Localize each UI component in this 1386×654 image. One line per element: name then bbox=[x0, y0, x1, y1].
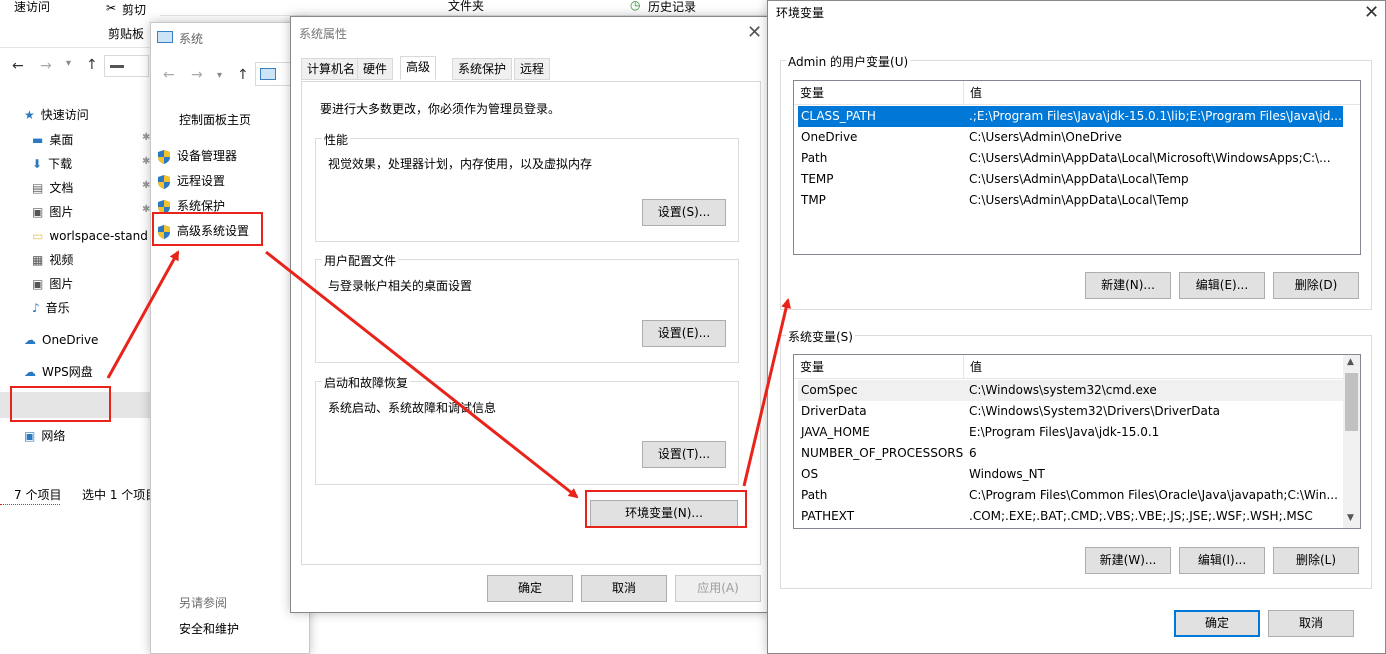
arrow-this-pc-to-advanced bbox=[106, 250, 180, 379]
annotation-arrows bbox=[106, 250, 792, 499]
arrow-env-button-to-dialog bbox=[742, 298, 792, 487]
arrow-advanced-to-env-button bbox=[265, 250, 579, 499]
